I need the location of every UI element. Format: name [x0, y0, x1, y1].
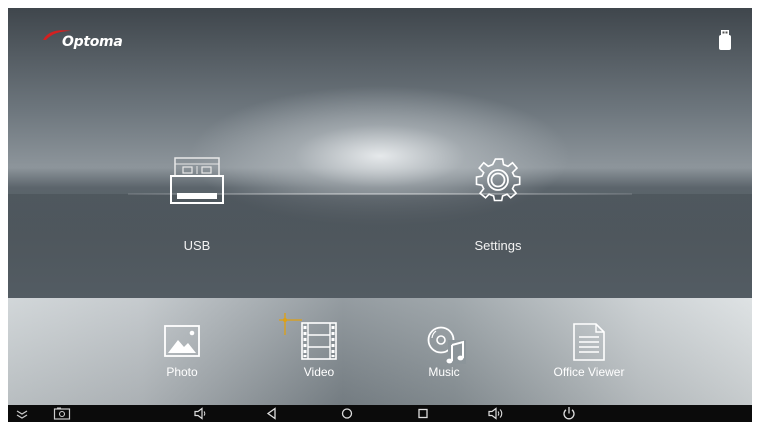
logo-text: Optoma [62, 34, 123, 50]
settings-app-label: Settings [474, 238, 522, 253]
office-viewer-app-label: Office Viewer [553, 365, 625, 379]
media-app-row: Photo Video Music Office Viewer [8, 298, 752, 405]
recents-icon [418, 408, 428, 419]
collapse-icon [16, 410, 28, 419]
navigation-bar [8, 405, 752, 422]
back-icon [266, 407, 276, 420]
settings-app-tile[interactable]: Settings [438, 156, 558, 256]
usb-status-indicator [719, 30, 731, 55]
music-app-tile[interactable]: Music [389, 298, 499, 405]
launcher-screen: Optoma USB Settings Photo Video Music Of… [8, 8, 752, 422]
home-button[interactable] [339, 406, 355, 421]
power-button[interactable] [561, 406, 577, 421]
gear-icon [475, 158, 521, 202]
usb-app-label: USB [183, 238, 211, 253]
usb-drive-icon [719, 30, 731, 50]
recents-button[interactable] [415, 406, 431, 421]
screenshot-icon [53, 407, 71, 420]
document-icon [573, 323, 605, 361]
collapse-button[interactable] [14, 406, 30, 421]
screenshot-button[interactable] [53, 406, 71, 421]
volume-up-button[interactable] [487, 406, 505, 421]
home-icon [341, 408, 353, 419]
volume-down-icon [194, 407, 206, 420]
usb-app-tile[interactable]: USB [137, 156, 257, 256]
main-area-lower [8, 194, 752, 298]
photo-icon [164, 325, 200, 357]
power-icon [563, 407, 575, 420]
video-app-label: Video [303, 365, 335, 379]
music-app-label: Music [428, 365, 460, 379]
photo-app-tile[interactable]: Photo [127, 298, 237, 405]
photo-app-label: Photo [166, 365, 198, 379]
film-strip-icon [301, 322, 337, 360]
back-button[interactable] [264, 406, 280, 421]
usb-drive-icon [170, 157, 224, 204]
volume-down-button[interactable] [192, 406, 208, 421]
volume-up-icon [488, 407, 503, 420]
pointer-cursor-icon [279, 313, 302, 335]
office-viewer-app-tile[interactable]: Office Viewer [534, 298, 644, 405]
music-disc-icon [427, 326, 466, 364]
